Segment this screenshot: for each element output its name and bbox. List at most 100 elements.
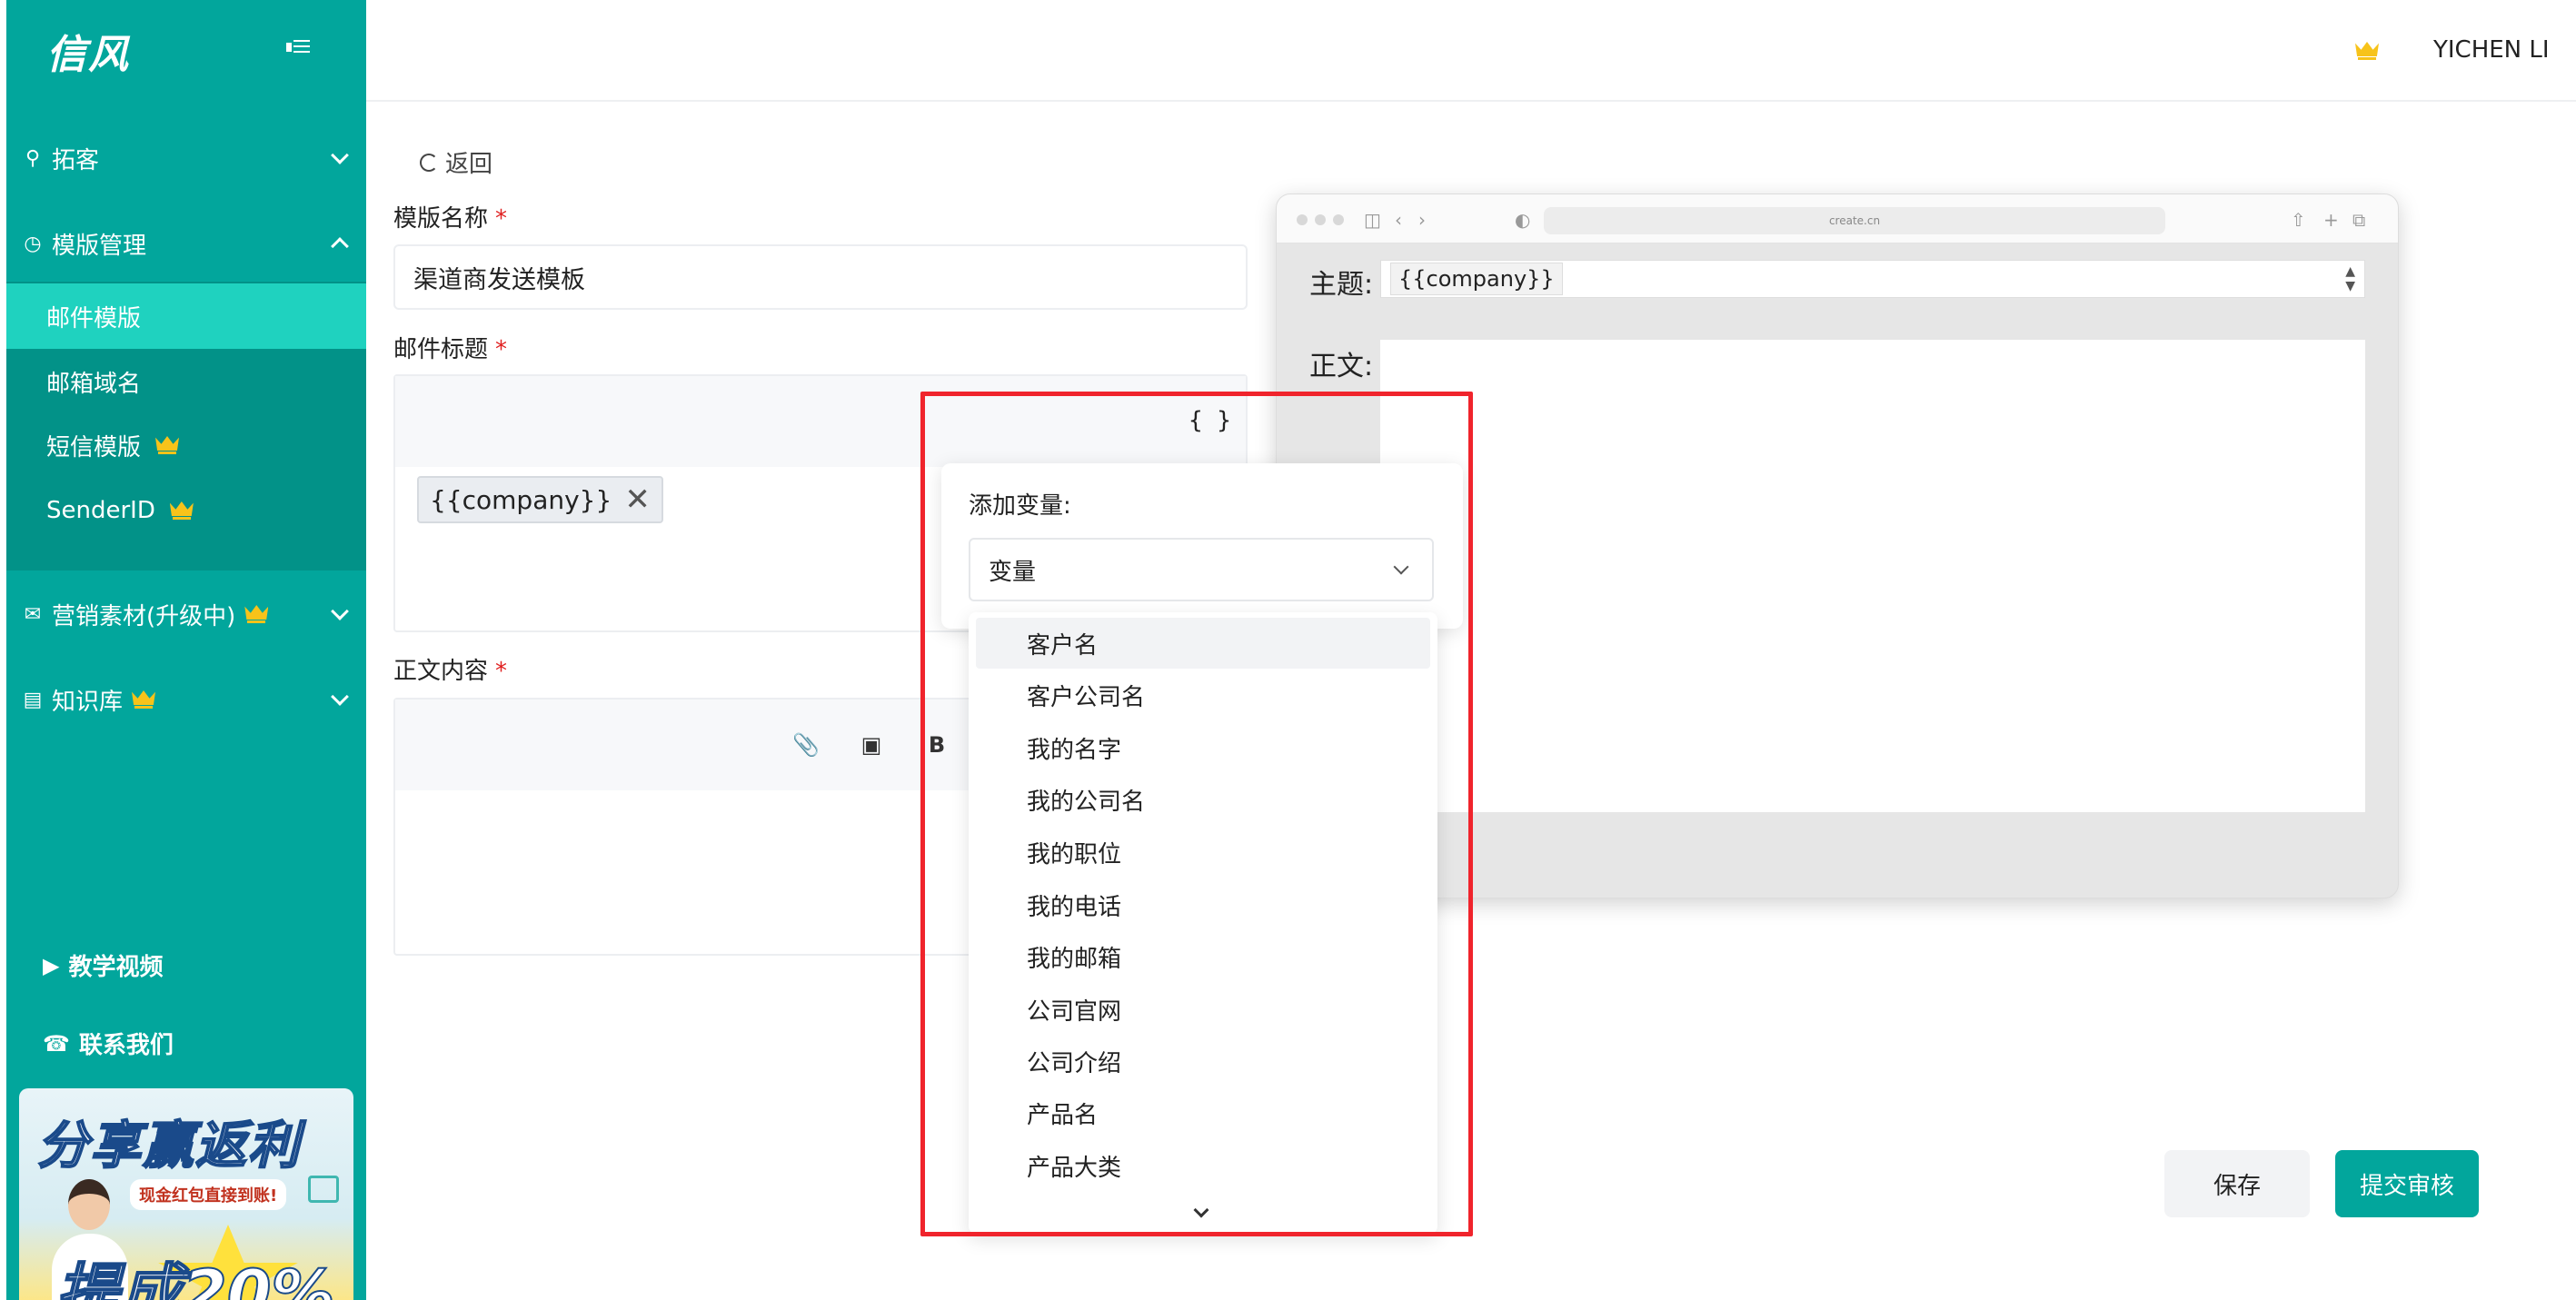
sidebar: 信风 ⚲ 拓客 ◷ 模版管理 邮件模版 邮箱域名 短信模版 SenderID ✉…: [6, 0, 366, 1300]
chevron-down-icon: [1393, 559, 1409, 575]
back-label: 返回: [445, 151, 493, 178]
chevron-down-icon[interactable]: [1193, 1202, 1209, 1218]
variable-option[interactable]: 我的电话: [976, 879, 1430, 930]
image-icon[interactable]: ▣: [858, 731, 885, 759]
browser-chrome: ◫ ‹ › ◐ create.cn ⇧ + ⧉: [1277, 194, 2398, 243]
variable-select[interactable]: 变量: [969, 538, 1434, 601]
chevron-down-icon: [331, 688, 349, 706]
brand-logo: 信风: [46, 32, 130, 78]
window-dot: [1297, 214, 1308, 225]
variable-option[interactable]: 产品大类: [976, 1140, 1430, 1191]
chevron-down-icon: [331, 146, 349, 164]
bottom-link-label: 联系我们: [78, 1032, 174, 1059]
crown-icon: [170, 501, 194, 520]
tabs-icon: ⧉: [2352, 209, 2366, 231]
chevron-right-icon: ›: [1418, 209, 1426, 231]
mail-icon: ✉: [24, 602, 42, 626]
promo-subtitle: 现金红包直接到账!: [130, 1179, 287, 1210]
sidebar-group-label: 知识库: [52, 688, 124, 716]
sidebar-item-sms-template[interactable]: 短信模版: [6, 412, 366, 478]
sidebar-item-sender-id[interactable]: SenderID: [6, 478, 366, 543]
search-icon: ⚲: [25, 146, 41, 170]
variable-option[interactable]: 客户名: [976, 618, 1430, 669]
label-text: 模版名称: [393, 205, 489, 233]
sidebar-item-mail-domain[interactable]: 邮箱域名: [6, 349, 366, 414]
collapse-menu-icon[interactable]: [286, 36, 310, 56]
add-variable-popover: 添加变量: 变量: [941, 463, 1463, 629]
sidebar-group-label: 模版管理: [52, 232, 147, 260]
required-mark: *: [495, 658, 508, 685]
tag-text: {{company}}: [430, 484, 612, 515]
window-dot: [1315, 214, 1326, 225]
chevron-down-icon: [331, 602, 349, 620]
plus-icon: +: [2323, 209, 2339, 231]
sidebar-group-marketing[interactable]: ✉ 营销素材(升级中): [6, 581, 366, 647]
variable-option[interactable]: 客户公司名: [976, 670, 1430, 720]
preview-subject-field: {{company}} ▲ ▼: [1380, 260, 2365, 298]
template-name-label: 模版名称 *: [393, 200, 507, 233]
share-icon: ⇧: [2291, 209, 2306, 231]
sidebar-group-knowledge[interactable]: ▤ 知识库: [6, 667, 366, 732]
sidebar-group-label: 拓客: [52, 146, 100, 174]
contact-us-link[interactable]: ☎ 联系我们: [43, 1027, 174, 1060]
label-text: 正文内容: [393, 658, 489, 685]
crown-icon: [155, 436, 179, 454]
body-label: 正文内容 *: [393, 652, 507, 686]
url-bar: create.cn: [1544, 207, 2165, 234]
variable-option[interactable]: 我的职位: [976, 827, 1430, 878]
sidebar-toggle-icon: ◫: [1364, 209, 1381, 231]
crown-icon: [244, 605, 268, 623]
sidebar-group-templates[interactable]: ◷ 模版管理: [6, 211, 366, 276]
subject-toolbar: [395, 376, 1246, 467]
required-mark: *: [495, 205, 508, 233]
preview-subject-tag: {{company}}: [1390, 263, 1563, 295]
close-icon[interactable]: ✕: [624, 481, 651, 518]
variable-options-list[interactable]: 客户名 客户公司名 我的名字 我的公司名 我的职位 我的电话 我的邮箱 公司官网…: [969, 612, 1437, 1234]
video-icon: ▶: [43, 952, 60, 978]
crown-icon: [132, 690, 155, 709]
top-header: [366, 0, 2576, 102]
sidebar-item-email-template[interactable]: 邮件模版: [6, 283, 366, 349]
template-name-input[interactable]: 渠道商发送模板: [393, 244, 1248, 310]
promo-percent: 提成20%: [55, 1255, 336, 1300]
sidebar-item-label: 邮件模版: [46, 304, 142, 332]
variable-option[interactable]: 公司介绍: [976, 1036, 1430, 1087]
chevron-up-icon: [331, 237, 349, 255]
select-value: 变量: [989, 558, 1037, 586]
phone-icon: ☎: [43, 1030, 70, 1057]
window-dot: [1333, 214, 1344, 225]
preview-body-area: [1380, 340, 2365, 812]
preview-subject-label: 主题:: [1309, 269, 1374, 301]
save-button[interactable]: 保存: [2164, 1150, 2310, 1217]
book-icon: ▤: [23, 688, 43, 711]
bottom-link-label: 教学视频: [68, 954, 164, 981]
back-button[interactable]: 返回: [420, 145, 492, 179]
sidebar-item-label: SenderID: [46, 497, 155, 524]
user-name[interactable]: YICHEN LI: [2433, 36, 2550, 64]
sidebar-item-label: 邮箱域名: [46, 370, 142, 398]
insert-variable-button[interactable]: { }: [1189, 407, 1231, 434]
promo-title: 分享赢返利: [36, 1116, 301, 1176]
required-mark: *: [495, 336, 508, 363]
stepper-icon: ▲ ▼: [2345, 264, 2355, 293]
subject-variable-tag[interactable]: {{company}} ✕: [417, 476, 663, 523]
shield-icon: ◐: [1515, 209, 1531, 231]
variable-option[interactable]: 我的公司名: [976, 774, 1430, 825]
variable-option[interactable]: 公司官网: [976, 984, 1430, 1035]
undo-icon: [420, 153, 438, 172]
sidebar-group-prospecting[interactable]: ⚲ 拓客: [6, 125, 366, 191]
referral-promo-banner[interactable]: 分享赢返利 现金红包直接到账! 提成20%: [19, 1088, 353, 1300]
label-text: 邮件标题: [393, 336, 489, 363]
attachment-icon[interactable]: 📎: [792, 731, 820, 759]
variable-option[interactable]: 产品名: [976, 1087, 1430, 1138]
submit-review-button[interactable]: 提交审核: [2335, 1150, 2479, 1217]
chevron-left-icon: ‹: [1395, 209, 1402, 231]
dashboard-icon: ◷: [24, 232, 42, 255]
templates-submenu: 邮件模版 邮箱域名 短信模版 SenderID: [6, 282, 366, 571]
variable-option[interactable]: 我的邮箱: [976, 931, 1430, 982]
tutorial-videos-link[interactable]: ▶ 教学视频: [43, 948, 163, 982]
variable-option[interactable]: 我的名字: [976, 722, 1430, 773]
popover-title: 添加变量:: [969, 492, 1071, 520]
bold-icon[interactable]: B: [923, 731, 950, 759]
sidebar-group-label: 营销素材(升级中): [52, 602, 236, 630]
